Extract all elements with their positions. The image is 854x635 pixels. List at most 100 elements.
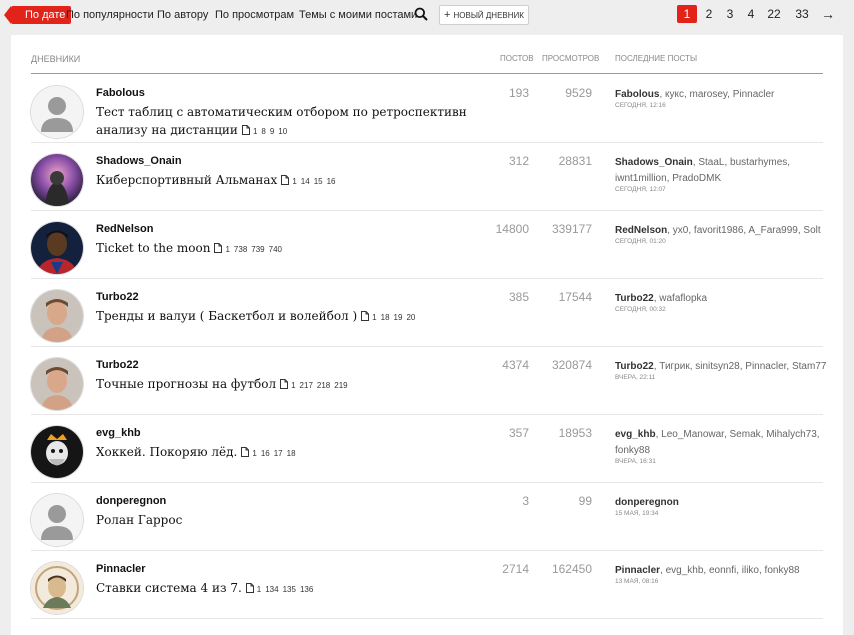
last-post-authors[interactable]: , evg_khb, eonnfi, iliko, fonky88 (660, 565, 800, 576)
topic-page-link[interactable]: 135 (283, 585, 296, 594)
topic-page-link[interactable]: 217 (300, 381, 313, 390)
table-row: donperegnon Ролан Гаррос 3 99 donperegnon 15 … (11, 483, 843, 551)
topic-page-link[interactable]: 136 (300, 585, 313, 594)
posts-count: 3 (522, 494, 529, 508)
page-link-33[interactable]: 33 (791, 5, 813, 23)
doc-icon (245, 583, 254, 593)
diary-title[interactable]: Тренды и валуи ( Баскетбол и волейбол ) (96, 309, 357, 323)
topic-page-link[interactable]: 18 (381, 313, 390, 322)
sort-by-date-tab[interactable]: По дате (3, 6, 72, 24)
new-diary-label: новый дневник (453, 11, 524, 20)
topic-page-link[interactable]: 738 (234, 245, 247, 254)
page-link-1[interactable]: 1 (677, 5, 697, 23)
last-post-owner[interactable]: Turbo22 (615, 361, 654, 372)
last-post-owner[interactable]: Pinnacler (615, 565, 660, 576)
last-post-authors[interactable]: , кукс, marosey, Pinnacler (659, 89, 774, 100)
plus-icon: + (444, 9, 451, 21)
last-post-date: сегодня, 12:07 (615, 186, 666, 193)
page-link-3[interactable]: 3 (722, 5, 738, 23)
author-name[interactable]: Shadows_Onain (96, 155, 182, 167)
doc-icon (241, 447, 250, 457)
topic-page-link[interactable]: 1 (257, 585, 261, 594)
header-divider (31, 73, 823, 74)
last-post-authors[interactable]: , Тигрик, sinitsyn28, Pinnacler, Stam77 (654, 361, 827, 372)
author-name[interactable]: Turbo22 (96, 291, 139, 303)
doc-icon (214, 243, 223, 253)
topic-page-link[interactable]: 20 (406, 313, 415, 322)
topic-page-link[interactable]: 16 (261, 449, 270, 458)
topic-page-link[interactable]: 219 (334, 381, 347, 390)
author-name[interactable]: Fabolous (96, 87, 145, 99)
avatar[interactable] (31, 222, 83, 274)
topic-page-link[interactable]: 1 (372, 313, 376, 322)
topic-page-link[interactable]: 1 (225, 245, 229, 254)
sort-by-views-tab[interactable]: По просмотрам (215, 9, 294, 21)
sort-by-popularity-tab[interactable]: По популярности (66, 9, 154, 21)
topic-page-link[interactable]: 16 (327, 177, 336, 186)
doc-icon (281, 175, 290, 185)
avatar[interactable] (31, 154, 83, 206)
last-post-authors[interactable]: , yx0, favorit1986, A_Fara999, Solt (667, 225, 820, 236)
views-count: 162450 (551, 562, 592, 576)
diary-title[interactable]: Точные прогнозы на футбол (96, 377, 276, 391)
last-post-owner[interactable]: donperegnon (615, 497, 679, 508)
header-last-posts: Последние посты (615, 54, 698, 63)
topic-page-link[interactable]: 19 (394, 313, 403, 322)
topic-page-link[interactable]: 218 (317, 381, 330, 390)
author-name[interactable]: Turbo22 (96, 359, 139, 371)
new-diary-button[interactable]: + новый дневник (439, 5, 529, 25)
topic-page-link[interactable]: 14 (301, 177, 310, 186)
topic-page-link[interactable]: 15 (314, 177, 323, 186)
avatar[interactable] (31, 86, 83, 138)
topic-page-link[interactable]: 134 (265, 585, 278, 594)
table-row: Pinnacler Ставки система 4 из 7. 1 134 135 13… (11, 551, 843, 619)
topic-page-link[interactable]: 1 (253, 127, 257, 136)
posts-count: 2714 (502, 562, 529, 576)
last-post-owner[interactable]: Turbo22 (615, 293, 654, 304)
topic-page-link[interactable]: 1 (292, 177, 296, 186)
topic-page-link[interactable]: 17 (274, 449, 283, 458)
avatar[interactable] (31, 494, 83, 546)
last-post-authors[interactable]: , wafaflopka (654, 293, 707, 304)
diary-title[interactable]: Ставки система 4 из 7. (96, 581, 242, 595)
topic-page-link[interactable]: 1 (252, 449, 256, 458)
author-name[interactable]: donperegnon (96, 495, 166, 507)
topic-page-link[interactable]: 9 (270, 127, 274, 136)
topic-page-link[interactable]: 8 (261, 127, 265, 136)
page-link-2[interactable]: 2 (701, 5, 717, 23)
posts-count: 357 (508, 426, 529, 440)
diary-title[interactable]: Ролан Гаррос (96, 513, 182, 527)
page-link-22[interactable]: 22 (763, 5, 785, 23)
author-name[interactable]: RedNelson (96, 223, 153, 235)
last-post-owner[interactable]: Shadows_Onain (615, 157, 693, 168)
page-links: 1 134 135 136 (245, 583, 318, 594)
table-row: Turbo22 Тренды и валуи ( Баскетбол и воле… (11, 279, 843, 347)
sort-by-author-tab[interactable]: По автору (157, 9, 208, 21)
avatar[interactable] (31, 290, 83, 342)
last-posts: RedNelson, yx0, favorit1986, A_Fara999, … (615, 223, 827, 247)
avatar[interactable] (31, 426, 83, 478)
search-icon[interactable] (414, 7, 428, 21)
page-link-4[interactable]: 4 (743, 5, 759, 23)
views-count: 28831 (558, 154, 592, 168)
topic-page-link[interactable]: 740 (269, 245, 282, 254)
diary-title[interactable]: Киберспортивный Альманах (96, 173, 277, 187)
posts-count: 385 (508, 290, 529, 304)
topic-page-link[interactable]: 739 (251, 245, 264, 254)
table-row: Shadows_Onain Киберспортивный Альманах 1 14… (11, 143, 843, 211)
author-name[interactable]: evg_khb (96, 427, 141, 439)
page-links: 1 217 218 219 (280, 379, 352, 390)
arrow-right-icon[interactable]: → (819, 5, 837, 23)
avatar[interactable] (31, 562, 83, 614)
avatar[interactable] (31, 358, 83, 410)
author-name[interactable]: Pinnacler (96, 563, 146, 575)
topic-page-link[interactable]: 1 (291, 381, 295, 390)
topic-page-link[interactable]: 18 (287, 449, 296, 458)
my-topics-tab[interactable]: Темы с моими постами (299, 9, 417, 21)
topic-page-link[interactable]: 10 (278, 127, 287, 136)
diary-title[interactable]: Хоккей. Покоряю лёд. (96, 445, 237, 459)
diary-title[interactable]: Ticket to the moon (96, 241, 210, 255)
last-post-owner[interactable]: Fabolous (615, 89, 659, 100)
last-post-owner[interactable]: RedNelson (615, 225, 667, 236)
last-post-owner[interactable]: evg_khb (615, 429, 656, 440)
